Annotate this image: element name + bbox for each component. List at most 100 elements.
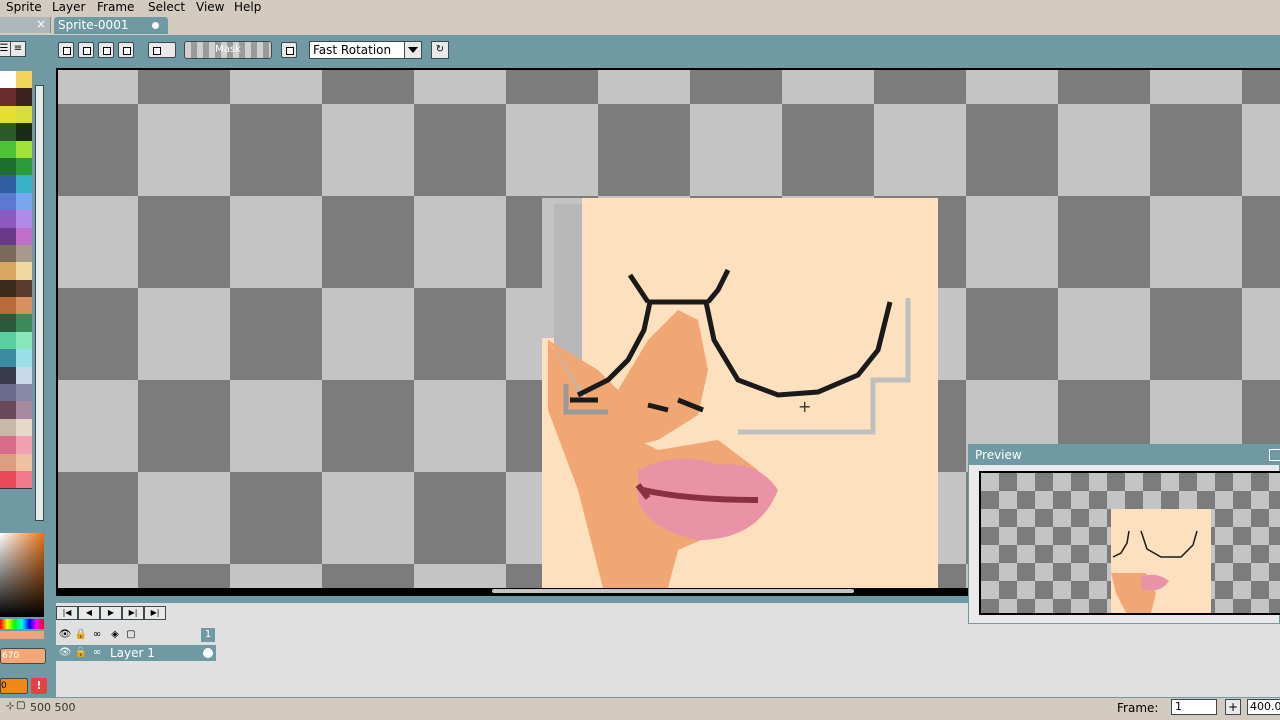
palette-swatch[interactable] (0, 123, 16, 141)
palette-swatch[interactable] (16, 71, 32, 89)
palette-swatch[interactable] (0, 349, 16, 367)
layer-row[interactable]: 👁 🔒 ∞ Layer 1 (56, 645, 216, 661)
rotation-options-icon[interactable]: ↻ (431, 41, 449, 59)
palette-swatch[interactable] (0, 244, 16, 263)
palette-swatch[interactable] (0, 453, 16, 471)
palette-swatch[interactable] (16, 401, 32, 419)
modified-dot-icon[interactable] (152, 22, 159, 29)
palette-swatch[interactable] (16, 192, 32, 211)
close-icon[interactable]: × (36, 17, 46, 31)
palette-swatch[interactable] (16, 140, 32, 158)
palette-swatch[interactable] (0, 175, 16, 193)
scrollbar-thumb[interactable] (492, 589, 854, 593)
menu-sprite[interactable]: Sprite (6, 0, 42, 15)
onion-skin-icon[interactable]: ◈ (108, 628, 122, 642)
palette-swatch[interactable] (16, 157, 32, 176)
selection-add-icon[interactable] (78, 42, 94, 58)
palette-swatch[interactable] (16, 262, 32, 280)
palette-swatch[interactable] (16, 384, 32, 402)
palette-swatch[interactable] (0, 331, 16, 350)
cel-icon[interactable] (201, 646, 215, 660)
visibility-header-icon[interactable]: 👁 (58, 628, 72, 642)
color-spectrum[interactable] (0, 533, 44, 617)
palette-swatch[interactable] (0, 140, 16, 158)
last-frame-icon[interactable]: ▶| (144, 606, 166, 620)
palette-swatch[interactable] (0, 314, 16, 332)
palette-grid[interactable] (0, 71, 32, 489)
previous-frame-icon[interactable]: ◀ (78, 606, 100, 620)
menu-view[interactable]: View (196, 0, 224, 15)
zoom-input[interactable]: 400.0 (1247, 699, 1280, 715)
menu-help[interactable]: Help (234, 0, 261, 15)
palette-swatch[interactable] (16, 210, 32, 228)
foreground-color-button[interactable]: 0 (0, 678, 28, 694)
palette-swatch[interactable] (0, 401, 16, 419)
layer-name[interactable]: Layer 1 (110, 645, 155, 661)
frame-icon[interactable]: ▢ (124, 628, 138, 642)
palette-swatch[interactable] (0, 418, 16, 437)
menu-layer[interactable]: Layer (52, 0, 85, 15)
palette-swatch[interactable] (0, 436, 16, 454)
frame-input[interactable]: 1 (1171, 699, 1217, 715)
palette-swatch[interactable] (16, 105, 32, 124)
warning-icon[interactable]: ! (31, 678, 47, 694)
palette-swatch[interactable] (16, 366, 32, 385)
palette-swatch[interactable] (16, 244, 32, 263)
transparent-color-icon[interactable] (148, 42, 176, 58)
selection-subtract-icon[interactable] (98, 42, 114, 58)
frame-header-1[interactable]: 1 (201, 628, 215, 642)
zoom-plus-button[interactable]: + (1225, 699, 1241, 715)
palette-swatch[interactable] (16, 470, 32, 489)
chevron-down-icon[interactable] (404, 41, 422, 59)
palette-swatch[interactable] (16, 436, 32, 454)
palette-menu-icon[interactable]: ≡ (10, 41, 26, 57)
preview-title[interactable]: Preview (969, 445, 1280, 465)
palette-scrollbar[interactable] (35, 85, 44, 521)
palette-swatch[interactable] (0, 470, 16, 489)
color-value-field[interactable]: 670 (0, 648, 46, 664)
lock-header-icon[interactable]: 🔒 (74, 628, 88, 642)
palette-swatch[interactable] (16, 88, 32, 106)
menu-select[interactable]: Select (148, 0, 185, 15)
palette-swatch[interactable] (16, 123, 32, 141)
continuous-icon[interactable]: ∞ (90, 646, 104, 660)
palette-swatch[interactable] (16, 349, 32, 367)
hue-slider[interactable] (0, 619, 44, 629)
next-frame-icon[interactable]: ▶| (122, 606, 144, 620)
palette-swatch[interactable] (16, 331, 32, 350)
palette-swatch[interactable] (16, 314, 32, 332)
pivot-icon[interactable] (281, 42, 297, 58)
palette-swatch[interactable] (0, 210, 16, 228)
play-icon[interactable]: ▶ (100, 606, 122, 620)
palette-swatch[interactable] (0, 366, 16, 385)
tab-other[interactable]: × (0, 17, 51, 33)
palette-swatch[interactable] (0, 227, 16, 245)
close-icon[interactable] (1269, 449, 1280, 461)
mask-color-button[interactable]: Mask (184, 41, 272, 59)
preview-canvas[interactable] (981, 473, 1280, 613)
first-frame-icon[interactable]: |◀ (56, 606, 78, 620)
palette-swatch[interactable] (16, 227, 32, 245)
palette-swatch[interactable] (16, 418, 32, 437)
palette-swatch[interactable] (0, 192, 16, 211)
selection-intersect-icon[interactable] (118, 42, 134, 58)
palette-swatch[interactable] (0, 157, 16, 176)
lock-icon[interactable]: 🔒 (74, 646, 88, 660)
tab-sprite[interactable]: Sprite-0001 (54, 17, 168, 34)
palette-swatch[interactable] (0, 262, 16, 280)
palette-swatch[interactable] (16, 175, 32, 193)
palette-swatch[interactable] (0, 88, 16, 106)
palette-swatch[interactable] (0, 384, 16, 402)
menu-frame[interactable]: Frame (97, 0, 134, 15)
visibility-icon[interactable]: 👁 (58, 646, 72, 660)
palette-swatch[interactable] (0, 105, 16, 124)
palette-swatch[interactable] (0, 71, 16, 89)
palette-swatch[interactable] (0, 297, 16, 315)
palette-swatch[interactable] (0, 279, 16, 298)
palette-swatch[interactable] (16, 453, 32, 471)
selection-replace-icon[interactable] (58, 42, 74, 58)
continuous-header-icon[interactable]: ∞ (90, 628, 104, 642)
palette-swatch[interactable] (16, 297, 32, 315)
palette-swatch[interactable] (16, 279, 32, 298)
rotation-algorithm-select[interactable]: Fast Rotation (309, 41, 413, 59)
